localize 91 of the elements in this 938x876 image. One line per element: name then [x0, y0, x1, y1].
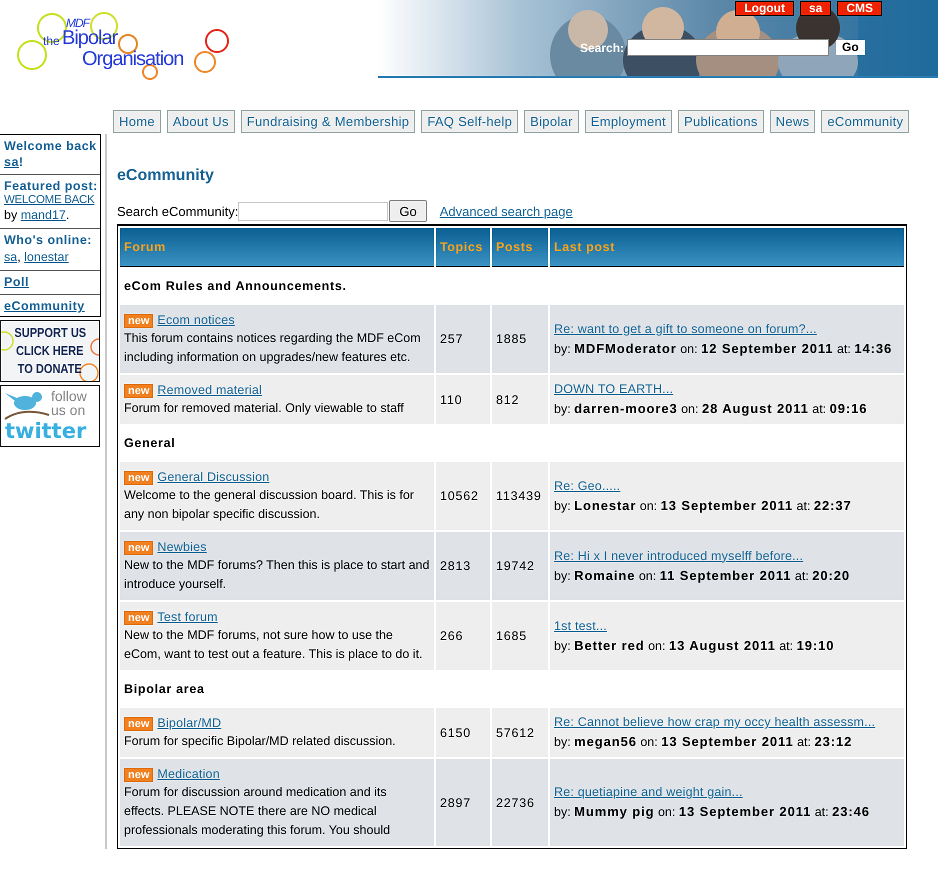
featured-post-link[interactable]: WELCOME BACK	[4, 194, 94, 206]
last-post-link[interactable]: Re: quetiapine and weight gain...	[554, 785, 743, 799]
nav-tab[interactable]: News	[770, 110, 816, 133]
new-badge: new	[124, 384, 154, 398]
last-post-info: by: Mummy pig on: 13 September 2011 at: 23:46	[554, 803, 871, 821]
column-header: Forum	[120, 228, 434, 267]
user-link[interactable]: sa	[4, 155, 19, 169]
column-header: Topics	[436, 228, 490, 267]
forum-link[interactable]: Newbies	[157, 539, 207, 556]
column-header: Last post	[550, 228, 904, 267]
last-post-info: by: Romaine on: 11 September 2011 at: 20:20	[554, 566, 852, 585]
section-title: Featured post:	[4, 178, 98, 194]
last-post-link[interactable]: DOWN TO EARTH...	[554, 382, 674, 396]
logo-text: Organisation	[82, 48, 184, 71]
logo-text: MDF	[66, 16, 89, 30]
forum-description: New to the MDF forums, not sure how to use the eCom, want to test out a feature. This is place to do it.	[124, 627, 424, 663]
nav-tab[interactable]: Publications	[678, 110, 764, 133]
topics-cell: 10562	[436, 462, 490, 530]
forum-description: Forum for discussion around medication and its effects. PLEASE NOTE there are NO medical professionals moderating this forum. You should	[124, 784, 392, 839]
topics-cell: 266	[436, 602, 490, 670]
last-post-info: by: megan56 on: 13 September 2011 at: 23:12	[554, 733, 854, 751]
go-button[interactable]: Go	[389, 200, 427, 222]
posts-cell: 57612	[492, 708, 548, 757]
top-link[interactable]: CMS	[837, 1, 882, 16]
forum-description: Welcome to the general discussion board. This is for any non bipolar specific discussion.	[124, 487, 415, 523]
new-badge: new	[124, 470, 154, 484]
column-header: Posts	[492, 228, 548, 267]
posts-cell: 22736	[492, 759, 548, 846]
top-link[interactable]: sa	[800, 1, 832, 16]
nav-tab[interactable]: About Us	[166, 110, 235, 133]
top-link[interactable]: Logout	[735, 1, 794, 16]
sidebar-link[interactable]: Poll	[4, 274, 98, 290]
last-post-link[interactable]: Re: Cannot believe how crap my occy health assessm...	[554, 715, 876, 729]
author-link[interactable]: mand17	[20, 208, 66, 222]
forum-link[interactable]: General Discussion	[157, 469, 270, 486]
posts-cell: 113439	[492, 462, 548, 530]
forum-description: Forum for specific Bipolar/MD related discussion.	[124, 733, 397, 750]
last-post-link[interactable]: Re: want to get a gift to someone on forum?...	[554, 322, 817, 336]
posts-cell: 812	[492, 375, 548, 424]
forum-description: This forum contains notices regarding the MDF eCom including information on upgrades/new features etc.	[124, 330, 422, 366]
posts-cell: 19742	[492, 532, 548, 600]
nav-tab[interactable]: eCommunity	[821, 110, 910, 133]
sidebar-link[interactable]: eCommunity	[4, 298, 98, 314]
section-title: Who's online:	[4, 232, 93, 248]
new-badge: new	[124, 610, 154, 624]
topics-cell: 110	[436, 375, 490, 424]
user-link[interactable]: sa	[4, 250, 18, 264]
forum-link[interactable]: Test forum	[157, 609, 218, 626]
nav-tab[interactable]: Employment	[584, 110, 672, 133]
new-badge: new	[124, 540, 154, 554]
posts-cell: 1685	[492, 602, 548, 670]
last-post-info: by: Lonestar on: 13 September 2011 at: 22:37	[554, 496, 853, 515]
forum-link[interactable]: Bipolar/MD	[157, 715, 222, 732]
last-post-link[interactable]: 1st test...	[554, 618, 607, 632]
welcome-text: Welcome back sa!	[4, 138, 98, 170]
search-field[interactable]	[238, 202, 388, 220]
online-users: sa, lonestar	[4, 249, 70, 266]
user-link[interactable]: lonestar	[24, 250, 69, 264]
bird-icon	[3, 389, 51, 421]
last-post-info: by: Better red on: 13 August 2011 at: 19:10	[554, 636, 836, 655]
nav-tab[interactable]: Fundraising & Membership	[240, 110, 416, 133]
last-post-link[interactable]: Re: Hi x I never introduced myselff before...	[554, 548, 804, 562]
search-label: Search:	[580, 40, 624, 54]
forum-description: Forum for removed material. Only viewable to staff	[124, 400, 405, 417]
last-post-info: by: MDFModerator on: 12 September 2011 at: 14:36	[554, 340, 894, 358]
page-title: eCommunity	[117, 166, 215, 186]
nav-tab[interactable]: Home	[113, 110, 161, 133]
topics-cell: 2897	[436, 759, 490, 846]
forum-link[interactable]: Ecom notices	[157, 312, 235, 329]
author-text: by mand17.	[4, 207, 70, 224]
logo-text: Bipolar	[62, 27, 118, 50]
new-badge: new	[124, 768, 154, 782]
forum-description: New to the MDF forums? Then this is place to start and introduce yourself.	[124, 557, 430, 593]
topics-cell: 257	[436, 305, 490, 373]
donate-banner[interactable]: SUPPORT US CLICK HERE TO DONATE	[0, 320, 100, 382]
posts-cell: 1885	[492, 305, 548, 373]
last-post-link[interactable]: Re: Geo.....	[554, 478, 620, 492]
nav-tab[interactable]: FAQ Self-help	[421, 110, 518, 133]
advanced-search-link[interactable]: Advanced search page	[440, 204, 573, 218]
new-badge: new	[124, 716, 154, 730]
search-field[interactable]	[627, 39, 830, 56]
forum-link[interactable]: Medication	[157, 766, 220, 783]
topics-cell: 2813	[436, 532, 490, 600]
forum-link[interactable]: Removed material	[157, 382, 262, 399]
twitter-banner[interactable]: follow us on twitter	[0, 385, 100, 447]
new-badge: new	[124, 314, 154, 328]
go-button[interactable]: Go	[836, 40, 865, 55]
search-label: Search eCommunity:	[117, 204, 238, 218]
nav-tab[interactable]: Bipolar	[524, 110, 579, 133]
last-post-info: by: darren-moore3 on: 28 August 2011 at: 09:16	[554, 400, 868, 418]
topics-cell: 6150	[436, 708, 490, 757]
